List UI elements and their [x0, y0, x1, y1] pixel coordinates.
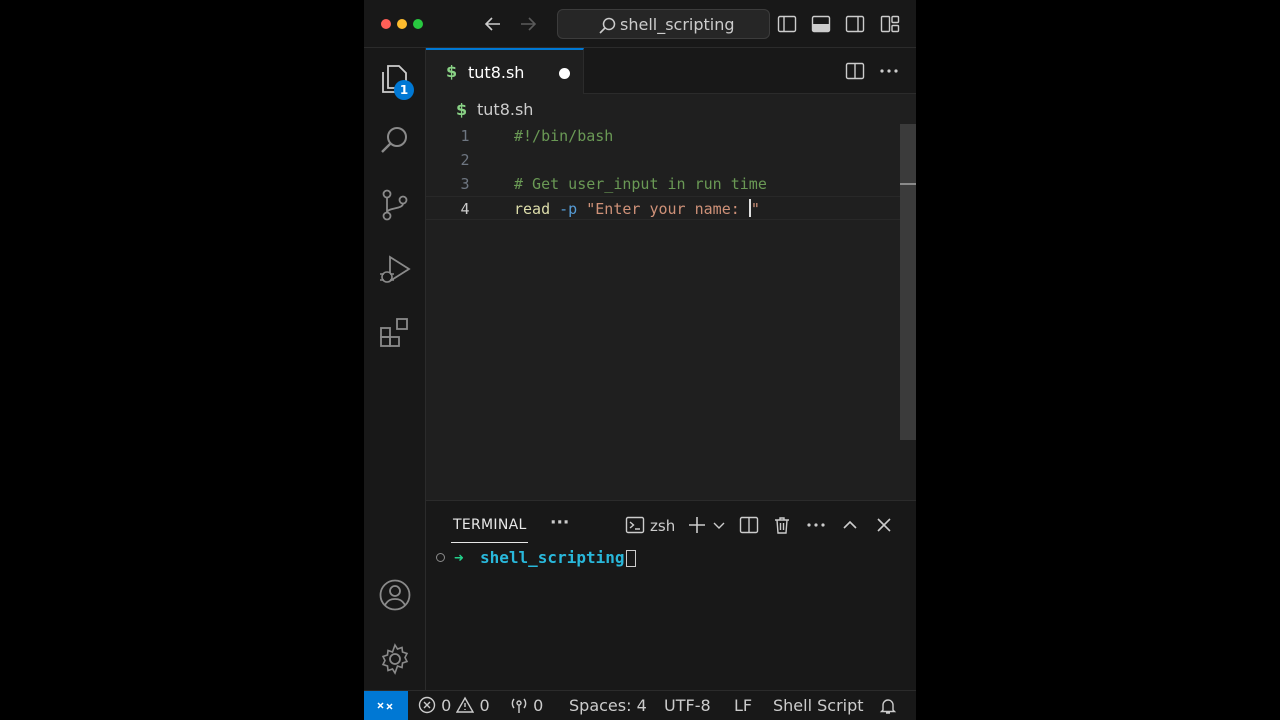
- minimize-window-button[interactable]: [397, 19, 407, 29]
- prompt-directory: shell_scripting: [480, 548, 625, 567]
- explorer-badge: 1: [394, 80, 414, 100]
- remote-icon: [377, 702, 393, 710]
- problems-indicator[interactable]: 0 0: [418, 696, 490, 715]
- extensions-icon[interactable]: [378, 316, 412, 354]
- code-token: # Get user_input in run time: [514, 175, 767, 193]
- code-line[interactable]: 3 # Get user_input in run time: [426, 172, 900, 196]
- arrow-right-icon[interactable]: [518, 14, 538, 38]
- error-count: 0: [441, 696, 452, 715]
- arrow-left-icon[interactable]: [483, 14, 503, 38]
- search-text: shell_scripting: [620, 15, 735, 34]
- warning-icon: [456, 696, 475, 713]
- scrollbar-thumb[interactable]: [900, 124, 916, 440]
- line-text: read -p "Enter your name: ": [514, 197, 760, 221]
- search-icon: [599, 17, 616, 34]
- line-text: # Get user_input in run time: [514, 172, 767, 196]
- command-center-search[interactable]: shell_scripting: [557, 9, 770, 39]
- terminal-icon: [625, 515, 645, 539]
- breadcrumb-item[interactable]: tut8.sh: [477, 100, 533, 119]
- toggle-sidebar-icon[interactable]: [777, 14, 797, 38]
- command-status-circle-icon: [436, 553, 445, 562]
- line-number: 1: [460, 127, 470, 145]
- unsaved-dot-icon[interactable]: [559, 68, 570, 79]
- account-icon[interactable]: [378, 578, 412, 616]
- editor-tab-bar: $ tut8.sh: [426, 48, 916, 94]
- prompt-arrow: ➜: [454, 548, 464, 567]
- activity-bar: 1: [364, 48, 426, 690]
- terminal-shell-name[interactable]: zsh: [650, 517, 675, 535]
- line-number: 3: [460, 175, 470, 193]
- trash-icon[interactable]: [772, 515, 792, 539]
- language-mode-indicator[interactable]: Shell Script: [773, 696, 864, 715]
- broadcast-icon: [511, 698, 527, 713]
- eol-indicator[interactable]: LF: [734, 696, 752, 715]
- toggle-panel-icon[interactable]: [811, 14, 831, 38]
- ports-indicator[interactable]: 0: [510, 696, 543, 715]
- split-editor-icon[interactable]: [845, 61, 865, 85]
- code-token: -p: [559, 200, 578, 218]
- error-icon: [418, 696, 436, 714]
- editor-scrollbar[interactable]: [900, 124, 916, 500]
- code-token: ": [750, 200, 760, 218]
- warning-count: 0: [479, 696, 490, 715]
- line-text: #!/bin/bash: [514, 124, 613, 148]
- new-terminal-icon[interactable]: [687, 515, 707, 539]
- chevron-down-icon[interactable]: [712, 515, 726, 539]
- code-line[interactable]: 2: [426, 148, 900, 172]
- code-editor[interactable]: 1 #!/bin/bash 2 3 # Get user_input in run ti…: [426, 124, 900, 500]
- gear-icon[interactable]: [378, 642, 412, 680]
- more-actions-icon[interactable]: [879, 61, 899, 85]
- title-bar: shell_scripting: [364, 0, 916, 48]
- source-control-icon[interactable]: [378, 188, 412, 226]
- code-token: read: [514, 200, 551, 218]
- close-icon[interactable]: [874, 515, 894, 539]
- code-line[interactable]: 4 read -p "Enter your name: ": [426, 196, 900, 220]
- tab-label: tut8.sh: [468, 63, 525, 82]
- code-line[interactable]: 1 #!/bin/bash: [426, 124, 900, 148]
- line-number: 2: [460, 151, 470, 169]
- chevron-up-icon[interactable]: [840, 515, 860, 539]
- run-debug-icon[interactable]: [378, 252, 412, 290]
- code-token: "Enter your name:: [586, 200, 749, 218]
- editor-tab-tut8[interactable]: $ tut8.sh: [426, 48, 584, 94]
- bell-icon[interactable]: [879, 697, 897, 719]
- line-number: 4: [460, 200, 470, 218]
- code-token: #!/bin/bash: [514, 127, 614, 145]
- customize-layout-icon[interactable]: [880, 14, 900, 38]
- scrollbar-cursor-marker: [900, 183, 916, 185]
- close-window-button[interactable]: [381, 19, 391, 29]
- breadcrumb: $ tut8.sh: [426, 94, 916, 124]
- shell-file-icon: $: [446, 62, 458, 81]
- tab-terminal[interactable]: TERMINAL: [453, 517, 527, 533]
- maximize-window-button[interactable]: [413, 19, 423, 29]
- search-icon[interactable]: [378, 124, 412, 162]
- indentation-indicator[interactable]: Spaces: 4: [569, 696, 647, 715]
- encoding-indicator[interactable]: UTF-8: [664, 696, 711, 715]
- split-terminal-icon[interactable]: [739, 515, 759, 539]
- toggle-secondary-sidebar-icon[interactable]: [845, 14, 865, 38]
- terminal-panel: TERMINAL ··· zsh ➜ shell_scripting: [426, 500, 916, 690]
- active-tab-indicator: [451, 542, 528, 543]
- remote-indicator[interactable]: [364, 691, 408, 720]
- panel-more-button[interactable]: ···: [550, 513, 569, 533]
- vscode-window: shell_scripting 1 $ tut8.sh $ tut8.sh 1 …: [364, 0, 916, 720]
- terminal-cursor: [626, 550, 636, 567]
- status-bar: 0 0 0 Spaces: 4 UTF-8 LF Shell Script: [364, 690, 916, 720]
- shell-file-icon: $: [456, 100, 468, 119]
- more-actions-icon[interactable]: [806, 515, 826, 539]
- ports-count: 0: [533, 696, 544, 715]
